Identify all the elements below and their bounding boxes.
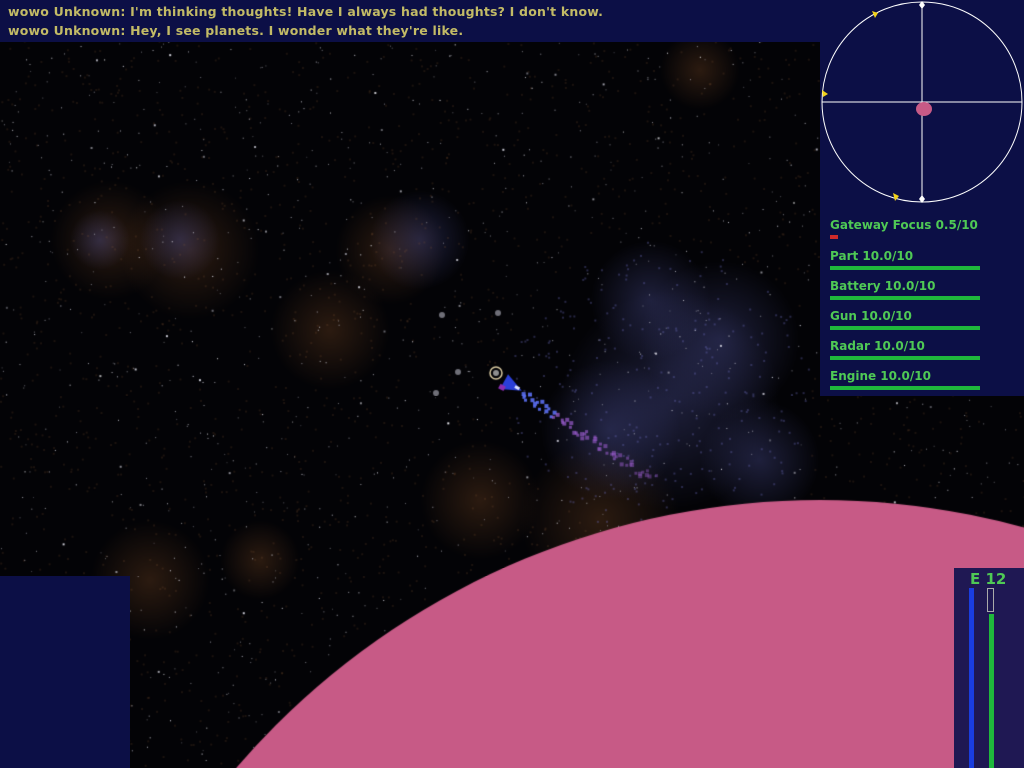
- stat-bar-fill: [830, 356, 980, 360]
- stat-bar: [830, 235, 980, 239]
- stat-bar: [830, 296, 980, 300]
- stat-radar: Radar 10.0/10: [830, 339, 980, 360]
- stat-label: Radar 10.0/10: [830, 339, 925, 353]
- stat-gun: Gun 10.0/10: [830, 309, 980, 330]
- energy-bar-green: [989, 614, 994, 768]
- radar-contact-icon: [893, 193, 899, 201]
- stat-bar: [830, 326, 980, 330]
- energy-panel: E 12: [954, 568, 1024, 768]
- stat-part: Part 10.0/10: [830, 249, 980, 270]
- energy-bar-blue: [969, 588, 974, 768]
- energy-label: E 12: [970, 570, 1007, 588]
- energy-level-marker: [987, 588, 994, 612]
- message-line-2: wowo Unknown: Hey, I see planets. I wond…: [8, 23, 464, 38]
- message-line-1: wowo Unknown: I'm thinking thoughts! Hav…: [8, 4, 604, 19]
- stat-bar: [830, 266, 980, 270]
- radar-display: [821, 1, 1023, 203]
- radar-planet-blip: [916, 102, 932, 116]
- stat-label: Battery 10.0/10: [830, 279, 936, 293]
- radar-contact-icon: [822, 90, 828, 97]
- stat-bar-fill: [830, 386, 980, 390]
- stat-bar-fill: [830, 296, 980, 300]
- stat-label: Gateway Focus 0.5/10: [830, 218, 978, 232]
- minimap-panel[interactable]: [0, 576, 130, 768]
- stat-bar: [830, 386, 980, 390]
- stat-bar-fill: [830, 266, 980, 270]
- stat-label: Engine 10.0/10: [830, 369, 931, 383]
- status-panel: Gateway Focus 0.5/10 Part 10.0/10 Batter…: [820, 0, 1024, 396]
- stat-bar-fill: [830, 235, 838, 239]
- stat-battery: Battery 10.0/10: [830, 279, 980, 300]
- stat-label: Part 10.0/10: [830, 249, 914, 263]
- stat-engine: Engine 10.0/10: [830, 369, 980, 390]
- stat-gateway-focus: Gateway Focus 0.5/10: [830, 218, 980, 239]
- stat-bar-fill: [830, 326, 980, 330]
- stat-label: Gun 10.0/10: [830, 309, 912, 323]
- stat-bar: [830, 356, 980, 360]
